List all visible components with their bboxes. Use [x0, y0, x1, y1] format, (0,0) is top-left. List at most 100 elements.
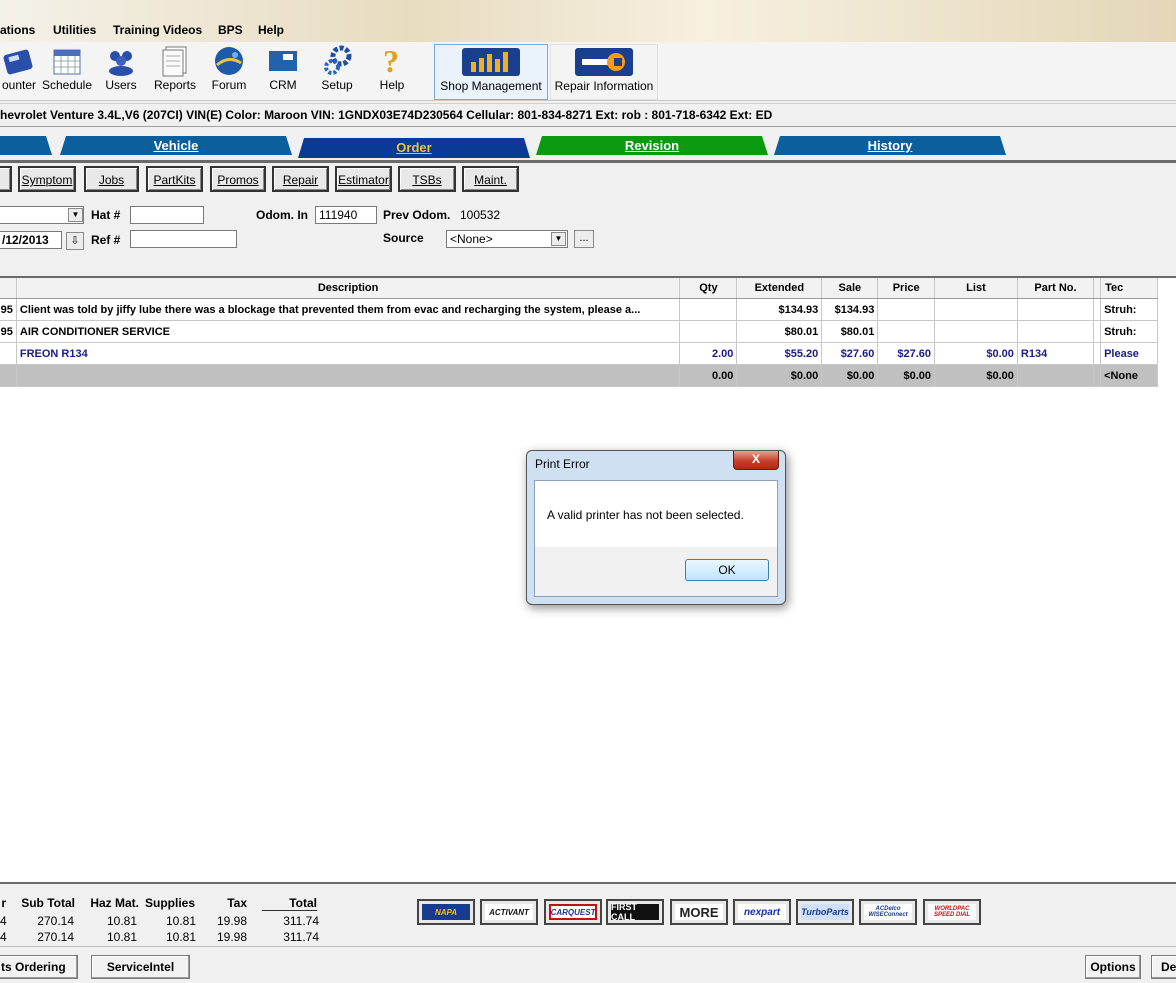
dialog-body: A valid printer has not been selected. O…: [534, 480, 778, 597]
cell-tech: Please: [1100, 342, 1158, 365]
shop-management-button[interactable]: Shop Management: [434, 44, 548, 100]
estimator-button[interactable]: Estimator: [335, 166, 392, 192]
date-field[interactable]: /12/2013: [0, 231, 62, 249]
column-header-list[interactable]: List: [934, 278, 1018, 299]
cell-lead: [0, 342, 17, 365]
tab-history[interactable]: History: [774, 136, 1006, 155]
reports-label: Reports: [153, 78, 197, 92]
cell-qty: 2.00: [679, 342, 738, 365]
menu-help[interactable]: Help: [258, 23, 284, 37]
ok-button[interactable]: OK: [685, 559, 769, 581]
column-header-sale[interactable]: Sale: [821, 278, 879, 299]
dialog-footer: OK: [535, 547, 777, 596]
promos-button[interactable]: Promos: [210, 166, 266, 192]
calculator-icon: [3, 49, 33, 75]
date-picker-icon[interactable]: ⇩: [66, 232, 84, 250]
cell-qty: [679, 320, 738, 343]
cell-sale: $134.93: [821, 298, 879, 321]
column-header-part-no[interactable]: Part No.: [1017, 278, 1095, 299]
cell-separator: [1093, 320, 1102, 343]
totals-header: r: [1, 896, 6, 910]
totals-panel: r Sub Total Haz Mat. Supplies Tax Total …: [0, 882, 1176, 948]
tab-vehicle[interactable]: Vehicle: [60, 136, 292, 155]
menu-operations[interactable]: ations: [0, 23, 35, 37]
table-row[interactable]: .95 AIR CONDITIONER SERVICE $80.01 $80.0…: [0, 320, 1158, 343]
tab-customer[interactable]: [0, 136, 52, 155]
schedule-button[interactable]: Schedule: [40, 44, 94, 98]
more-logo-button[interactable]: MORE: [670, 899, 728, 925]
totals-header-hazmat: Haz Mat.: [90, 896, 139, 910]
column-header-price[interactable]: Price: [877, 278, 935, 299]
totals-value: 4: [0, 930, 7, 944]
tsbs-button[interactable]: TSBs: [398, 166, 456, 192]
column-header-tech[interactable]: Tec: [1100, 278, 1158, 299]
setup-button[interactable]: Setup: [317, 44, 357, 98]
acdelco-logo-button[interactable]: ACDelco WISEConnect: [859, 899, 917, 925]
hat-field[interactable]: [130, 206, 204, 224]
napa-logo-text: NAPA: [422, 904, 470, 920]
totals-total: 311.74: [283, 930, 319, 944]
source-more-button[interactable]: ...: [574, 230, 594, 248]
totals-subtotal: 270.14: [37, 930, 74, 944]
napa-logo-button[interactable]: NAPA: [417, 899, 475, 925]
parts-ordering-button[interactable]: ts Ordering: [0, 955, 78, 979]
tab-order[interactable]: Order: [298, 138, 530, 158]
table-row[interactable]: .95 Client was told by jiffy lube there …: [0, 298, 1158, 321]
tsbs-label: TSBs: [412, 173, 442, 187]
partkits-button[interactable]: PartKits: [146, 166, 203, 192]
dialog-message: A valid printer has not been selected.: [547, 508, 744, 522]
totals-tax: 19.98: [216, 914, 247, 928]
activant-logo-button[interactable]: ACTIVANT: [480, 899, 538, 925]
hat-label: Hat #: [91, 208, 121, 222]
carquest-logo-button[interactable]: CARQUEST: [544, 899, 602, 925]
cell-list: [934, 320, 1018, 343]
jobs-label: Jobs: [98, 173, 125, 187]
ref-field[interactable]: [130, 230, 237, 248]
de-button[interactable]: De: [1151, 955, 1176, 979]
column-header-qty[interactable]: Qty: [679, 278, 738, 299]
menu-bps[interactable]: BPS: [218, 23, 243, 37]
column-header-description[interactable]: Description: [16, 278, 681, 299]
totals-supplies: 10.81: [165, 914, 196, 928]
counter-button[interactable]: ounter: [0, 44, 38, 98]
maint-button[interactable]: Maint.: [462, 166, 519, 192]
turboparts-logo-button[interactable]: TurboParts: [796, 899, 854, 925]
crm-button[interactable]: CRM: [263, 44, 303, 98]
reports-icon: [162, 46, 187, 77]
table-row[interactable]: 0.00 $0.00 $0.00 $0.00 $0.00 <None: [0, 364, 1158, 387]
options-button[interactable]: Options: [1085, 955, 1141, 979]
reports-button[interactable]: Reports: [150, 44, 200, 98]
column-header[interactable]: [0, 278, 17, 299]
totals-header-tax: Tax: [227, 896, 247, 910]
cell-description: Client was told by jiffy lube there was …: [16, 298, 681, 321]
cell-separator: [1093, 298, 1102, 321]
users-button[interactable]: Users: [100, 44, 142, 98]
worldpac-logo-button[interactable]: WORLDPAC SPEED DIAL: [923, 899, 981, 925]
odom-in-field[interactable]: 111940: [315, 206, 377, 224]
counter-label: ounter: [1, 78, 37, 92]
left-partial-button[interactable]: [0, 166, 12, 192]
nexpart-logo-button[interactable]: nexpart: [733, 899, 791, 925]
menu-utilities[interactable]: Utilities: [53, 23, 96, 37]
chevron-down-icon[interactable]: ▼: [551, 232, 566, 246]
totals-header-total: Total: [262, 896, 317, 911]
repair-button[interactable]: Repair: [272, 166, 329, 192]
jobs-button[interactable]: Jobs: [84, 166, 139, 192]
source-select[interactable]: <None>: [446, 230, 568, 248]
menu-training-videos[interactable]: Training Videos: [113, 23, 202, 37]
close-icon[interactable]: X: [733, 451, 779, 470]
table-row[interactable]: FREON R134 2.00 $55.20 $27.60 $27.60 $0.…: [0, 342, 1158, 365]
symptom-label: Symptom: [21, 173, 73, 187]
help-button[interactable]: ? Help: [374, 44, 410, 98]
repair-information-button[interactable]: Repair Information: [550, 44, 658, 100]
tab-revision[interactable]: Revision: [536, 136, 768, 155]
column-header-extended[interactable]: Extended: [736, 278, 823, 299]
tab-revision-label: Revision: [624, 138, 680, 153]
chevron-down-icon[interactable]: ▼: [68, 208, 83, 222]
serviceintel-button[interactable]: ServiceIntel: [91, 955, 190, 979]
tab-bar: Vehicle Order Revision History: [0, 132, 1176, 163]
symptom-button[interactable]: Symptom: [18, 166, 76, 192]
first-call-logo-button[interactable]: FIRST CALL: [606, 899, 664, 925]
cell-description: FREON R134: [16, 342, 681, 365]
forum-button[interactable]: Forum: [207, 44, 251, 98]
